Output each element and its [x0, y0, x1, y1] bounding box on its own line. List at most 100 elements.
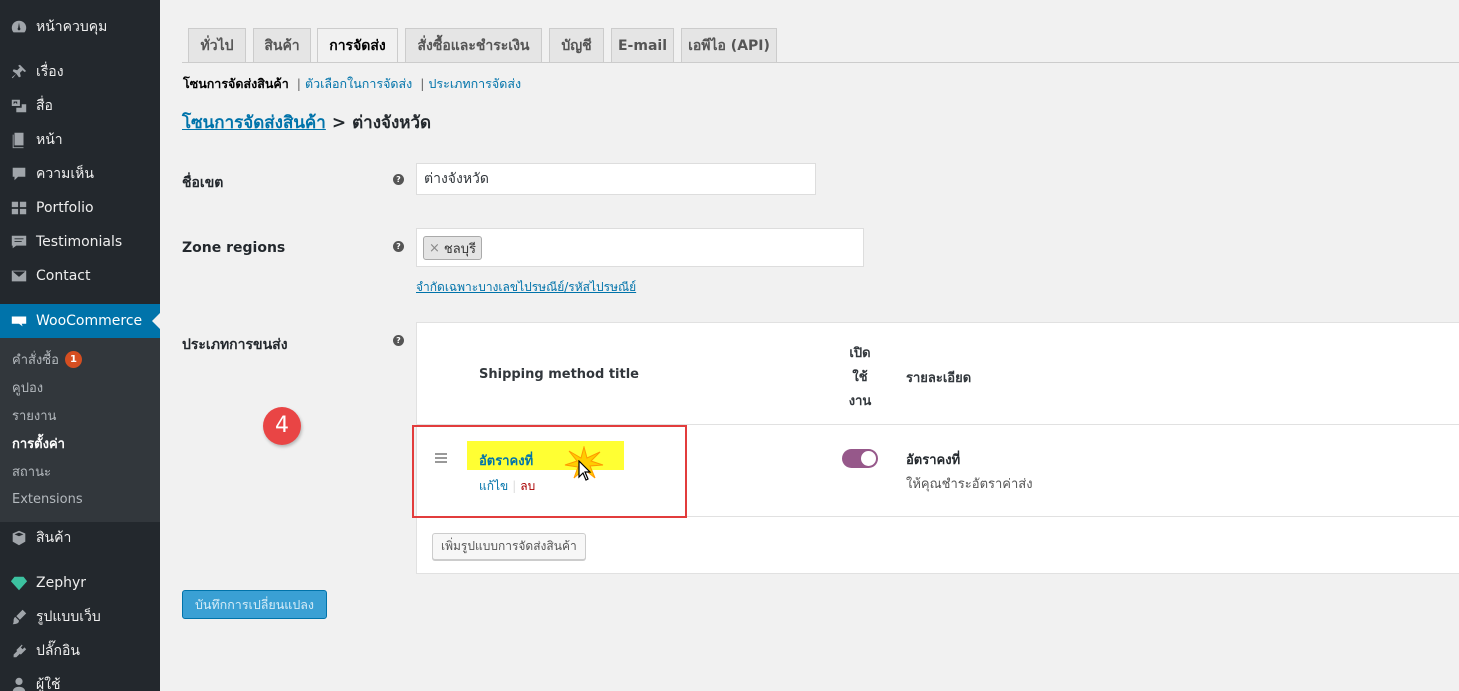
- menu-label: ความเห็น: [36, 166, 94, 182]
- breadcrumb-separator: >: [331, 113, 347, 133]
- region-chip: × ชลบุรี: [423, 236, 482, 260]
- subnav-classes[interactable]: ประเภทการจัดส่ง: [428, 76, 521, 91]
- subnav-options[interactable]: ตัวเลือกในการจัดส่ง: [305, 76, 412, 91]
- col-enabled-line: เปิด: [849, 346, 871, 361]
- col-enabled: เปิด ใช้ งาน: [847, 342, 873, 414]
- menu-pages[interactable]: หน้า: [0, 123, 160, 157]
- orders-count-badge: 1: [64, 350, 82, 368]
- method-description-title: อัตราคงที่: [906, 453, 961, 468]
- menu-dashboard[interactable]: หน้าควบคุม: [0, 10, 160, 44]
- page-title: โซนการจัดส่งสินค้า > ต่างจังหวัด: [182, 109, 431, 136]
- tab-email[interactable]: E-mail: [611, 28, 674, 62]
- pin-icon: [0, 63, 36, 81]
- col-description: รายละเอียด: [906, 371, 972, 386]
- tab-checkout[interactable]: สั่งซื้อและชำระเงิน: [405, 28, 542, 62]
- user-icon: [0, 676, 36, 691]
- help-icon[interactable]: ?: [393, 174, 404, 185]
- submenu-label: Extensions: [12, 491, 83, 507]
- tab-divider: [182, 62, 1459, 63]
- menu-label: ปลั๊กอิน: [36, 643, 80, 659]
- page-icon: [0, 131, 36, 149]
- menu-plugins[interactable]: ปลั๊กอิน: [0, 634, 160, 668]
- menu-label: Portfolio: [36, 200, 94, 216]
- menu-label: WooCommerce: [36, 313, 143, 329]
- woocommerce-submenu: คำสั่งซื้อ 1 คูปอง รายงาน การตั้งค่า สถา…: [0, 338, 160, 522]
- menu-contact[interactable]: Contact: [0, 259, 160, 293]
- breadcrumb-zones-link[interactable]: โซนการจัดส่งสินค้า: [182, 113, 326, 133]
- menu-posts[interactable]: เรื่อง: [0, 55, 160, 89]
- menu-label: เรื่อง: [36, 64, 64, 80]
- tab-shipping[interactable]: การจัดส่ง: [317, 28, 398, 63]
- woocommerce-icon: [0, 312, 36, 330]
- portfolio-icon: [0, 199, 36, 217]
- menu-label: ผู้ใช้: [36, 677, 61, 691]
- menu-appearance[interactable]: รูปแบบเว็บ: [0, 600, 160, 634]
- menu-testimonials[interactable]: Testimonials: [0, 225, 160, 259]
- submenu-label: คูปอง: [12, 380, 44, 396]
- zone-regions-select[interactable]: × ชลบุรี: [416, 228, 864, 267]
- breadcrumb-current: ต่างจังหวัด: [352, 113, 432, 133]
- save-changes-button[interactable]: บันทึกการเปลี่ยนแปลง: [182, 590, 327, 619]
- method-description-text: ให้คุณชำระอัตราค่าส่ง: [906, 477, 1033, 492]
- comment-icon: [0, 165, 36, 183]
- menu-label: รูปแบบเว็บ: [36, 609, 101, 625]
- submenu-label: รายงาน: [12, 408, 57, 424]
- mouse-cursor-icon: [578, 460, 592, 481]
- menu-label: หน้าควบคุม: [36, 19, 108, 35]
- menu-label: หน้า: [36, 132, 63, 148]
- testimonial-icon: [0, 233, 36, 251]
- subnav-separator: |: [296, 76, 301, 91]
- shipping-methods-label: ประเภทการขนส่ง: [182, 337, 288, 353]
- zone-name-label: ชื่อเขต: [182, 175, 224, 191]
- submenu-orders[interactable]: คำสั่งซื้อ 1: [12, 348, 82, 370]
- box-icon: [0, 529, 36, 547]
- brush-icon: [0, 608, 36, 626]
- tab-products[interactable]: สินค้า: [253, 28, 311, 62]
- annotation-highlight-box: [412, 425, 687, 518]
- tab-accounts[interactable]: บัญชี: [549, 28, 604, 62]
- zone-regions-label: Zone regions: [182, 240, 286, 256]
- mail-icon: [0, 267, 36, 285]
- subnav-zones[interactable]: โซนการจัดส่งสินค้า: [183, 76, 289, 91]
- step-number-badge: 4: [263, 407, 301, 445]
- menu-comments[interactable]: ความเห็น: [0, 157, 160, 191]
- submenu-reports[interactable]: รายงาน: [12, 404, 56, 426]
- menu-label: Contact: [36, 268, 91, 284]
- subnav-separator: |: [420, 76, 425, 91]
- submenu-coupons[interactable]: คูปอง: [12, 376, 43, 398]
- remove-region-icon[interactable]: ×: [429, 241, 440, 256]
- menu-label: Zephyr: [36, 575, 87, 591]
- submenu-label: การตั้งค่า: [12, 436, 65, 452]
- shipping-subnav: โซนการจัดส่งสินค้า | ตัวเลือกในการจัดส่ง …: [183, 74, 521, 94]
- submenu-label: คำสั่งซื้อ: [12, 352, 59, 368]
- menu-portfolio[interactable]: Portfolio: [0, 191, 160, 225]
- add-shipping-method-button[interactable]: เพิ่มรูปแบบการจัดส่งสินค้า: [432, 533, 586, 560]
- menu-label: สินค้า: [36, 530, 72, 546]
- menu-media[interactable]: สื่อ: [0, 89, 160, 123]
- tab-general[interactable]: ทั่วไป: [188, 28, 246, 62]
- dashboard-icon: [0, 18, 36, 36]
- plugin-icon: [0, 642, 36, 660]
- tab-api[interactable]: เอพีไอ (API): [681, 28, 777, 62]
- method-enabled-toggle[interactable]: [842, 449, 878, 468]
- submenu-status[interactable]: สถานะ: [12, 460, 51, 482]
- submenu-settings[interactable]: การตั้งค่า: [12, 432, 65, 454]
- col-enabled-line: งาน: [848, 394, 872, 409]
- menu-zephyr[interactable]: Zephyr: [0, 566, 160, 600]
- menu-label: Testimonials: [36, 234, 123, 250]
- menu-label: สื่อ: [36, 98, 53, 114]
- region-chip-label: ชลบุรี: [443, 241, 476, 257]
- help-icon[interactable]: ?: [393, 335, 404, 346]
- gem-icon: [0, 574, 36, 592]
- menu-users[interactable]: ผู้ใช้: [0, 668, 160, 691]
- zone-name-input[interactable]: [416, 163, 816, 195]
- menu-woocommerce[interactable]: WooCommerce: [0, 304, 160, 338]
- menu-products[interactable]: สินค้า: [0, 521, 160, 555]
- col-enabled-line: ใช้: [852, 370, 868, 385]
- limit-postcodes-link[interactable]: จำกัดเฉพาะบางเลขไปรษณีย์/รหัสไปรษณีย์: [416, 278, 636, 297]
- submenu-extensions[interactable]: Extensions: [12, 488, 83, 510]
- media-icon: [0, 97, 36, 115]
- admin-sidebar: หน้าควบคุม เรื่อง สื่อ หน้า ความเห็น Por…: [0, 0, 160, 691]
- col-method-title: Shipping method title: [479, 367, 639, 382]
- help-icon[interactable]: ?: [393, 241, 404, 252]
